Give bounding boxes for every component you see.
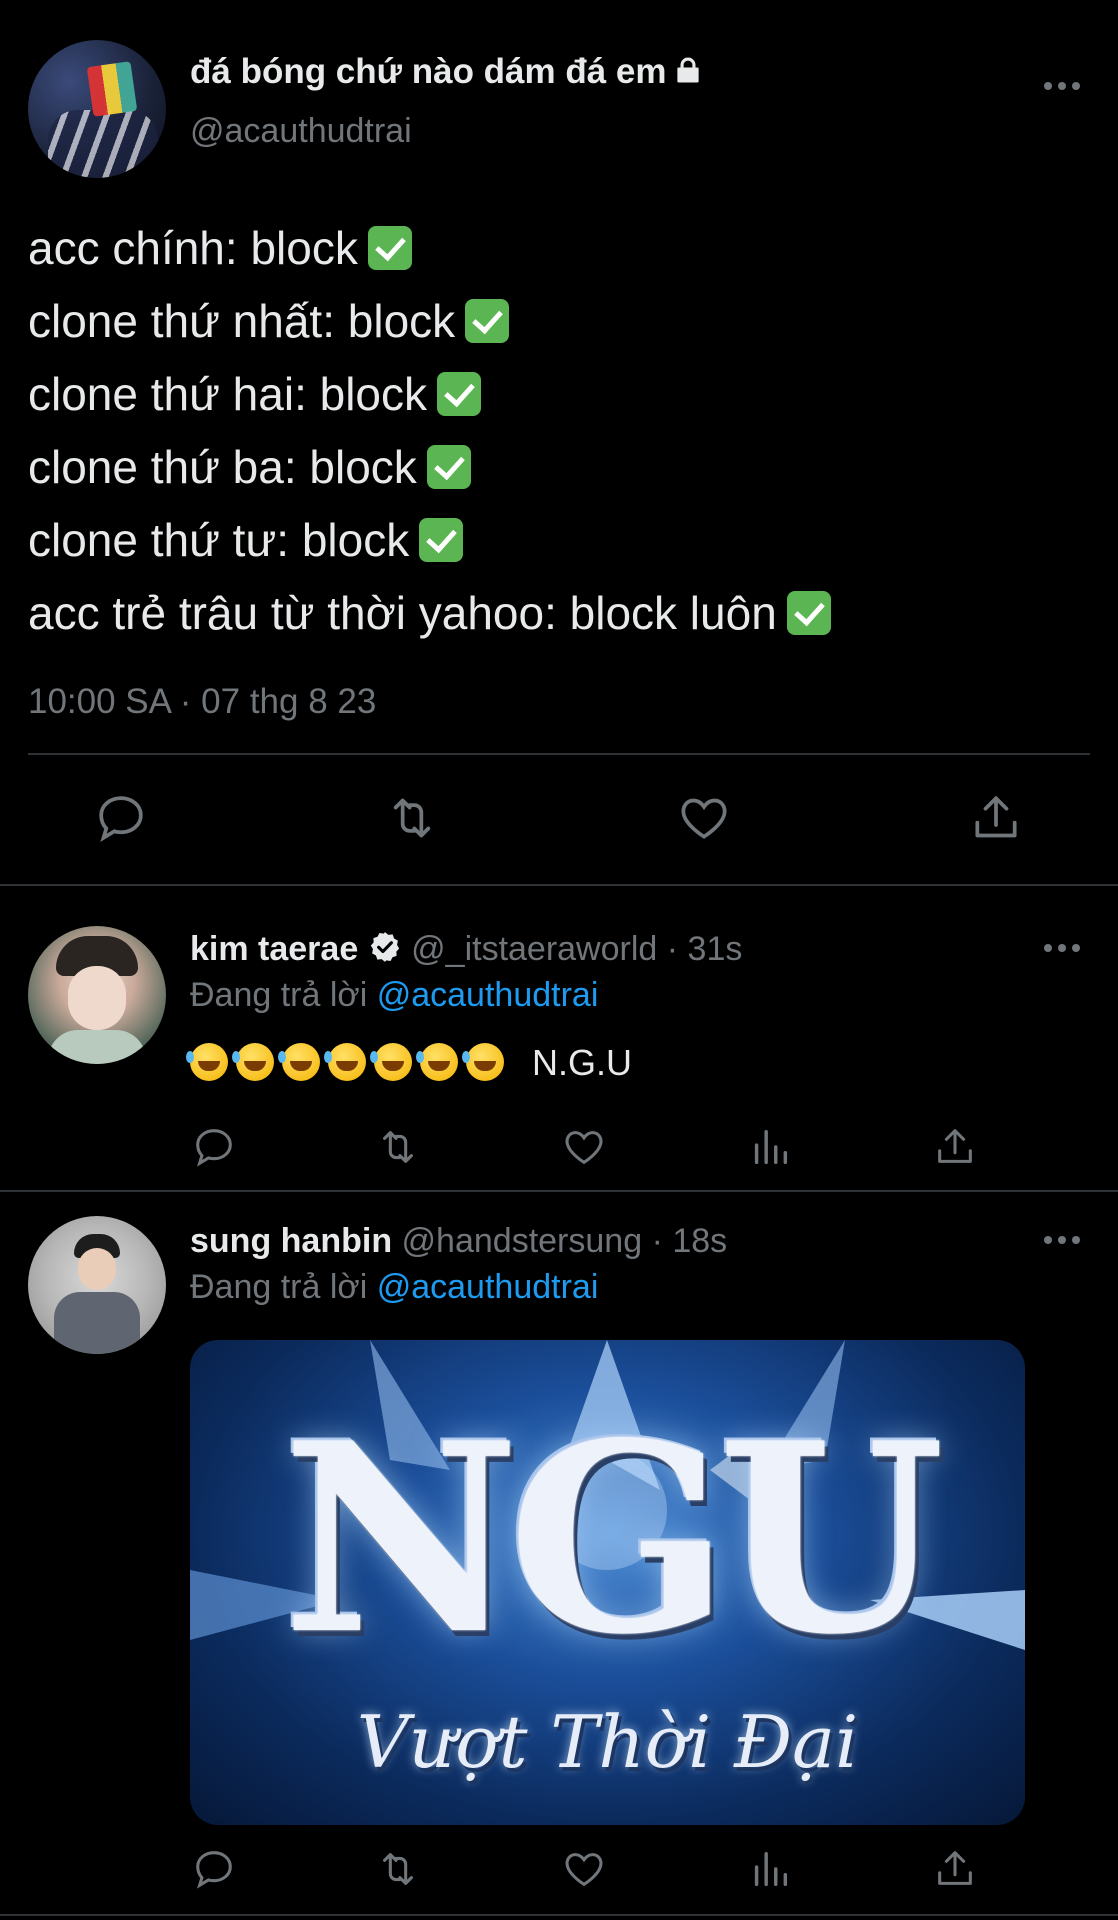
- like-icon[interactable]: [676, 790, 732, 846]
- check-mark-icon: [465, 299, 510, 343]
- share-icon[interactable]: [968, 790, 1024, 846]
- reply-time[interactable]: · 18s: [652, 1222, 728, 1260]
- divider: [0, 1914, 1118, 1916]
- mention-link[interactable]: @acauthudtrai: [377, 1268, 599, 1306]
- rofl-emoji-icon: [186, 1043, 228, 1081]
- reply-avatar[interactable]: [28, 926, 166, 1064]
- reply-image[interactable]: NGU Vượt Thời Đại: [190, 1340, 1025, 1825]
- tweet-line: clone thứ hai: block: [28, 358, 831, 431]
- more-options-icon[interactable]: [1042, 942, 1082, 954]
- rofl-emoji-icon: [416, 1043, 458, 1081]
- check-mark-icon: [437, 372, 482, 416]
- mention-link[interactable]: @acauthudtrai: [377, 976, 599, 1014]
- rofl-emoji-icon: [278, 1043, 320, 1081]
- check-mark-icon: [426, 445, 471, 489]
- check-mark-icon: [419, 518, 464, 562]
- views-icon[interactable]: [747, 1124, 793, 1170]
- reply-text: N.G.U: [186, 1042, 632, 1084]
- reply-display-name[interactable]: sung hanbin: [190, 1222, 392, 1260]
- reply-icon[interactable]: [93, 790, 149, 846]
- tweet-line: acc chính: block: [28, 212, 831, 285]
- divider: [0, 884, 1118, 886]
- divider: [0, 1190, 1118, 1192]
- views-icon[interactable]: [747, 1846, 793, 1892]
- reply-header: kim taerae @_itstaeraworld · 31s: [190, 930, 742, 969]
- tweet-line: clone thứ tư: block: [28, 504, 831, 577]
- rofl-emoji-icon: [462, 1043, 504, 1081]
- divider: [28, 753, 1090, 755]
- reply-header: sung hanbin @handstersung · 18s: [190, 1222, 727, 1261]
- rofl-emoji-icon: [370, 1043, 412, 1081]
- reply-icon[interactable]: [191, 1846, 237, 1892]
- retweet-icon[interactable]: [384, 790, 440, 846]
- reply-time[interactable]: · 31s: [667, 930, 743, 968]
- share-icon[interactable]: [932, 1846, 978, 1892]
- lock-icon: [676, 57, 699, 83]
- reply-handle[interactable]: @handstersung: [402, 1222, 643, 1260]
- like-icon[interactable]: [561, 1124, 607, 1170]
- rofl-emoji-icon: [232, 1043, 274, 1081]
- check-mark-icon: [786, 591, 831, 635]
- like-icon[interactable]: [561, 1846, 607, 1892]
- author-display-name[interactable]: đá bóng chứ nào dám đá em: [190, 52, 703, 92]
- tweet-text: acc chính: block clone thứ nhất: block c…: [28, 212, 831, 650]
- check-mark-icon: [367, 226, 412, 270]
- retweet-icon[interactable]: [375, 1846, 421, 1892]
- reply-avatar[interactable]: [28, 1216, 166, 1354]
- tweet-timestamp[interactable]: 10:00 SA · 07 thg 8 23: [28, 682, 376, 722]
- author-avatar[interactable]: [28, 40, 166, 178]
- tweet-line: clone thứ ba: block: [28, 431, 831, 504]
- share-icon[interactable]: [932, 1124, 978, 1170]
- image-subtitle: Vượt Thời Đại: [356, 1700, 859, 1784]
- more-options-icon[interactable]: [1042, 80, 1082, 92]
- author-handle[interactable]: @acauthudtrai: [190, 112, 412, 151]
- replying-to: Đang trả lời @acauthudtrai: [190, 1268, 599, 1306]
- rofl-emoji-icon: [324, 1043, 366, 1081]
- more-options-icon[interactable]: [1042, 1234, 1082, 1246]
- retweet-icon[interactable]: [375, 1124, 421, 1170]
- tweet-line: clone thứ nhất: block: [28, 285, 831, 358]
- verified-badge-icon: [370, 932, 399, 962]
- reply-icon[interactable]: [191, 1124, 237, 1170]
- replying-to: Đang trả lời @acauthudtrai: [190, 976, 599, 1014]
- reply-handle[interactable]: @_itstaeraworld: [411, 930, 657, 968]
- tweet-line: acc trẻ trâu từ thời yahoo: block luôn: [28, 577, 831, 650]
- reply-display-name[interactable]: kim taerae: [190, 930, 358, 968]
- image-title: NGU: [282, 1387, 944, 1692]
